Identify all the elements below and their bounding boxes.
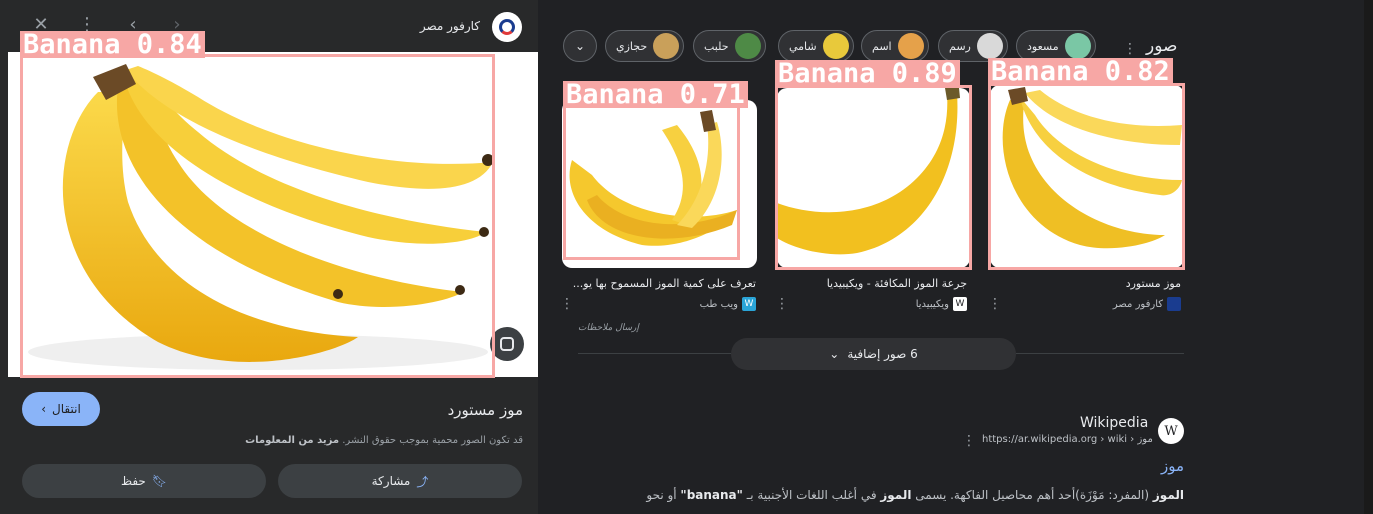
result-options-icon-1[interactable]: ⋮ [988, 297, 1002, 311]
viewer-source-name[interactable]: كارفور مصر [420, 19, 480, 33]
snippet-bold: الموز [880, 488, 912, 502]
visit-label: انتقال [52, 402, 81, 416]
wiki-url[interactable]: https://ar.wikipedia.org › wiki › موز [982, 434, 1153, 445]
scrollbar[interactable] [1364, 0, 1373, 514]
result-image-2[interactable] [777, 88, 970, 268]
save-button[interactable]: 🔖︎ حفظ [22, 464, 266, 498]
detection-label-3: Banana 0.71 [563, 81, 748, 108]
detection-label-2: Banana 0.89 [775, 60, 960, 87]
detection-label-1: Banana 0.82 [988, 58, 1173, 85]
result-title-3[interactable]: تعرف على كمية الموز المسموح بها يو... [573, 277, 756, 290]
viewer-image-title: موز مستورد [447, 401, 523, 419]
result-source-2[interactable]: W ويكيبيديا [916, 297, 967, 311]
result-source-label: كارفور مصر [1112, 298, 1163, 310]
result-image-3[interactable] [562, 100, 757, 268]
chip-thumb [653, 33, 680, 59]
result-options-icon-2[interactable]: ⋮ [775, 297, 789, 311]
webteb-icon: W [742, 297, 756, 311]
result-title-1[interactable]: موز مستورد [1126, 277, 1181, 290]
snippet-text: (المفرد: مَوْزَة)أحد أهم محاصيل الفاكهة.… [911, 488, 1153, 502]
chip-thumb [822, 33, 849, 59]
visit-button[interactable]: انتقال › [22, 392, 100, 426]
chip-label: حجازي [616, 39, 648, 53]
detection-label-main: Banana 0.84 [20, 31, 205, 58]
chip-label: مسعود [1027, 39, 1059, 53]
divider-right [1016, 353, 1184, 354]
chevron-down-icon: ⌄ [829, 347, 840, 361]
image-viewer-panel: ✕ ⋮ ‹ › كارفور مصر Banana 0.84 انتقال › … [0, 0, 538, 514]
wiki-site-name[interactable]: Wikipedia [1080, 415, 1148, 431]
share-label: مشاركة [371, 474, 411, 488]
share-button[interactable]: ⤴ مشاركة [278, 464, 522, 498]
lens-search-icon[interactable] [490, 327, 524, 361]
banana-bunch-illustration [28, 64, 494, 370]
result-image-1[interactable] [990, 85, 1184, 268]
copyright-text: قد تكون الصور محمية بموجب حقوق النشر. [342, 435, 523, 446]
wiki-result-title[interactable]: موز [1161, 457, 1184, 475]
query-title: صور [1146, 36, 1178, 56]
page: ✕ ⋮ ‹ › كارفور مصر Banana 0.84 انتقال › … [0, 0, 1373, 514]
snippet-bold: الموز [1152, 488, 1184, 502]
result-options-icon-3[interactable]: ⋮ [560, 297, 574, 311]
copyright-note: قد تكون الصور محمية بموجب حقوق النشر. مز… [245, 435, 523, 446]
chip-thumb [734, 33, 761, 59]
wiki-options-icon[interactable]: ⋮ [962, 434, 976, 448]
save-label: حفظ [120, 474, 146, 488]
result-title-2[interactable]: جرعة الموز المكافئة - ويكيبيديا [827, 277, 967, 290]
wikipedia-icon: W [953, 297, 967, 311]
banana-image-2 [777, 88, 960, 255]
banana-image-3 [569, 110, 737, 246]
chip-label: رسم [949, 39, 971, 53]
snippet-text: في أغلب اللغات الأجنبية بـ [742, 488, 881, 502]
source-logo-icon[interactable] [492, 12, 522, 42]
divider-left [578, 353, 731, 354]
chip-hijazi[interactable]: حجازي [605, 30, 685, 62]
banana-image-1 [1002, 87, 1182, 249]
chevron-right-icon: › [41, 402, 47, 416]
result-source-label: ويكيبيديا [915, 298, 949, 310]
snippet-text: أو نحو [646, 488, 681, 502]
bookmark-icon: 🔖︎ [151, 474, 168, 488]
result-source-1[interactable]: كارفور مصر [1113, 297, 1181, 311]
carrefour-icon [1167, 297, 1181, 311]
chip-label: شامي [789, 39, 817, 53]
wikipedia-logo-icon[interactable]: W [1158, 418, 1184, 444]
chip-label: اسم [872, 39, 892, 53]
wiki-snippet: الموز (المفرد: مَوْزَة)أحد أهم محاصيل ال… [614, 484, 1184, 506]
chip-label: حلبب [704, 39, 729, 53]
learn-more-link[interactable]: مزيد من المعلومات [245, 435, 339, 446]
chevron-down-icon[interactable]: ⌄ [563, 30, 597, 62]
more-images-button[interactable]: 6 صور إضافية ⌄ [731, 338, 1016, 370]
send-feedback-link[interactable]: إرسال ملاحظات [578, 323, 639, 333]
result-source-label: ويب طب [699, 298, 738, 310]
main-banana-image[interactable] [8, 52, 538, 377]
query-options-icon[interactable]: ⋮ [1123, 42, 1137, 56]
share-icon: ⤴ [416, 474, 429, 489]
snippet-bold: "banana" [680, 488, 743, 502]
chip-halab[interactable]: حلبب [693, 30, 766, 62]
more-images-label: 6 صور إضافية [847, 347, 918, 361]
chip-thumb [897, 33, 924, 59]
result-source-3[interactable]: W ويب طب [700, 297, 756, 311]
